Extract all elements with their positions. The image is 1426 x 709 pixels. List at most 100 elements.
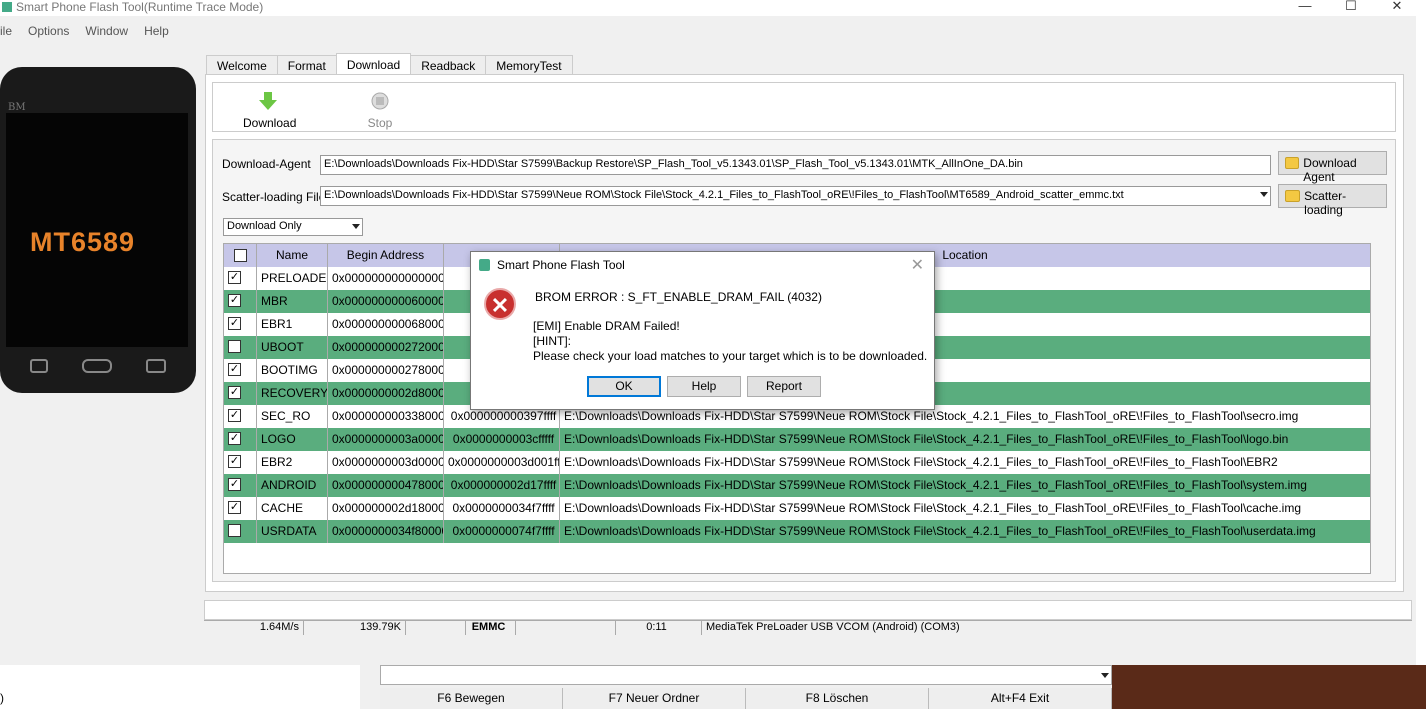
row-checkbox-cell[interactable]: ✓ <box>224 359 257 382</box>
stop-tool-button[interactable]: Stop <box>355 83 405 130</box>
cell-name: RECOVERY <box>257 382 328 405</box>
help-button[interactable]: Help <box>667 376 741 397</box>
folder-icon <box>1285 190 1301 202</box>
toolbar: Download Stop <box>212 82 1396 132</box>
chevron-down-icon[interactable] <box>352 224 360 229</box>
row-checkbox-cell[interactable]: ✓ <box>224 474 257 497</box>
dialog-line-2: [HINT]: <box>533 334 571 348</box>
maximize-button[interactable]: ☐ <box>1336 0 1366 12</box>
cell-begin: 0x0000000000680000 <box>328 313 444 336</box>
tab-memorytest[interactable]: MemoryTest <box>485 55 573 75</box>
error-dialog: Smart Phone Flash Tool ✕ ✕ BROM ERROR : … <box>470 251 935 410</box>
table-row[interactable]: ✓ EBR2 0x0000000003d00000 0x0000000003d001f… <box>224 451 1370 474</box>
col-begin-address[interactable]: Begin Address <box>328 244 444 267</box>
status-bar: 1.64M/s 139.79K EMMC 0:11 MediaTek PreLo… <box>204 620 1412 635</box>
row-checkbox[interactable]: ✓ <box>228 478 241 491</box>
table-row[interactable]: ✓ CACHE 0x000000002d180000 0x0000000034f7ff… <box>224 497 1370 520</box>
menu-file[interactable]: ile <box>0 20 20 44</box>
cell-begin: 0x0000000000000000 <box>328 267 444 290</box>
cell-location: E:\Downloads\Downloads Fix-HDD\Star S759… <box>564 478 1307 492</box>
row-checkbox-cell[interactable]: ✓ <box>224 290 257 313</box>
scatter-loading-button[interactable]: Scatter-loading <box>1278 184 1387 217</box>
row-checkbox-cell[interactable]: ✓ <box>224 428 257 451</box>
row-checkbox[interactable]: ✓ <box>228 317 241 330</box>
download-tool-button[interactable]: Download <box>243 83 297 130</box>
row-checkbox[interactable]: ✓ <box>228 271 241 284</box>
cell-begin: 0x0000000000600000 <box>328 290 444 313</box>
tab-readback[interactable]: Readback <box>410 55 487 75</box>
cell-end: 0x0000000074f7ffff <box>444 520 560 543</box>
row-checkbox[interactable]: ✓ <box>228 386 241 399</box>
f7-new-folder-button[interactable]: F7 Neuer Ordner <box>563 688 746 709</box>
title-bar: Smart Phone Flash Tool(Runtime Trace Mod… <box>0 0 1426 16</box>
row-checkbox[interactable] <box>228 524 241 537</box>
cell-location: E:\Downloads\Downloads Fix-HDD\Star S759… <box>564 455 1278 469</box>
cell-begin: 0x000000002d180000 <box>328 497 444 520</box>
chevron-down-icon[interactable] <box>1260 192 1268 197</box>
row-checkbox-cell[interactable]: ✓ <box>224 497 257 520</box>
select-all-header[interactable] <box>224 244 257 267</box>
f8-delete-button[interactable]: F8 Löschen <box>746 688 929 709</box>
scatter-field[interactable]: E:\Downloads\Downloads Fix-HDD\Star S759… <box>320 186 1271 206</box>
cell-name: MBR <box>257 290 328 313</box>
tab-format[interactable]: Format <box>276 55 337 75</box>
download-agent-field[interactable]: E:\Downloads\Downloads Fix-HDD\Star S759… <box>320 155 1271 175</box>
status-speed: 1.64M/s <box>204 621 304 635</box>
table-row[interactable]: ✓ LOGO 0x0000000003a00000 0x0000000003cffff… <box>224 428 1370 451</box>
minimize-button[interactable]: — <box>1290 0 1320 12</box>
row-checkbox-cell[interactable] <box>224 336 257 359</box>
row-checkbox[interactable] <box>228 340 241 353</box>
altf4-exit-button[interactable]: Alt+F4 Exit <box>929 688 1112 709</box>
col-name[interactable]: Name <box>257 244 328 267</box>
cell-name: LOGO <box>257 428 328 451</box>
row-checkbox[interactable]: ✓ <box>228 455 241 468</box>
cell-end: 0x0000000034f7ffff <box>444 497 560 520</box>
cell-name: UBOOT <box>257 336 328 359</box>
row-checkbox[interactable]: ✓ <box>228 501 241 514</box>
desktop-background <box>1416 16 1426 709</box>
close-icon[interactable]: ✕ <box>911 255 924 275</box>
download-agent-button[interactable]: Download Agent <box>1278 151 1387 184</box>
dialog-title: Smart Phone Flash Tool <box>497 258 625 272</box>
row-checkbox-cell[interactable]: ✓ <box>224 267 257 290</box>
chevron-down-icon[interactable] <box>1101 673 1109 678</box>
row-checkbox-cell[interactable]: ✓ <box>224 313 257 336</box>
download-tool-label: Download <box>243 116 297 130</box>
status-empty-2 <box>516 621 616 635</box>
scatter-loading-button-label: Scatter-loading <box>1304 189 1347 217</box>
cell-location: E:\Downloads\Downloads Fix-HDD\Star S759… <box>564 432 1289 446</box>
tab-welcome[interactable]: Welcome <box>206 55 278 75</box>
app-icon <box>479 259 490 271</box>
row-checkbox-cell[interactable]: ✓ <box>224 451 257 474</box>
cell-begin: 0x0000000034f80000 <box>328 520 444 543</box>
row-checkbox[interactable]: ✓ <box>228 409 241 422</box>
desktop-wallpaper <box>1112 665 1426 709</box>
row-checkbox[interactable]: ✓ <box>228 432 241 445</box>
status-empty-1 <box>406 621 466 635</box>
menu-help[interactable]: Help <box>136 20 177 44</box>
download-mode-select[interactable]: Download Only <box>223 218 363 236</box>
row-checkbox-cell[interactable]: ✓ <box>224 382 257 405</box>
row-checkbox[interactable]: ✓ <box>228 294 241 307</box>
menu-window[interactable]: Window <box>77 20 136 44</box>
file-manager-left-pane: ) <box>0 665 360 709</box>
select-all-checkbox[interactable] <box>234 249 247 262</box>
download-mode-value: Download Only <box>227 220 302 232</box>
cell-name: BOOTIMG <box>257 359 328 382</box>
row-checkbox[interactable]: ✓ <box>228 363 241 376</box>
menu-options[interactable]: Options <box>20 20 77 44</box>
table-row[interactable]: ✓ ANDROID 0x0000000004780000 0x000000002d17… <box>224 474 1370 497</box>
report-button[interactable]: Report <box>747 376 821 397</box>
table-row[interactable]: USRDATA 0x0000000034f80000 0x0000000074f7f… <box>224 520 1370 543</box>
tab-download[interactable]: Download <box>335 53 412 75</box>
dialog-error-code: BROM ERROR : S_FT_ENABLE_DRAM_FAIL (4032… <box>535 290 822 304</box>
f6-move-button[interactable]: F6 Bewegen <box>380 688 563 709</box>
row-checkbox-cell[interactable] <box>224 520 257 543</box>
scatter-label: Scatter-loading File <box>222 190 326 204</box>
row-checkbox-cell[interactable]: ✓ <box>224 405 257 428</box>
ok-button[interactable]: OK <box>587 376 661 397</box>
close-button[interactable]: ✕ <box>1382 0 1412 12</box>
download-arrow-icon <box>259 92 277 110</box>
file-manager-path-combo[interactable] <box>380 665 1112 685</box>
download-agent-button-label: Download Agent <box>1303 156 1357 184</box>
